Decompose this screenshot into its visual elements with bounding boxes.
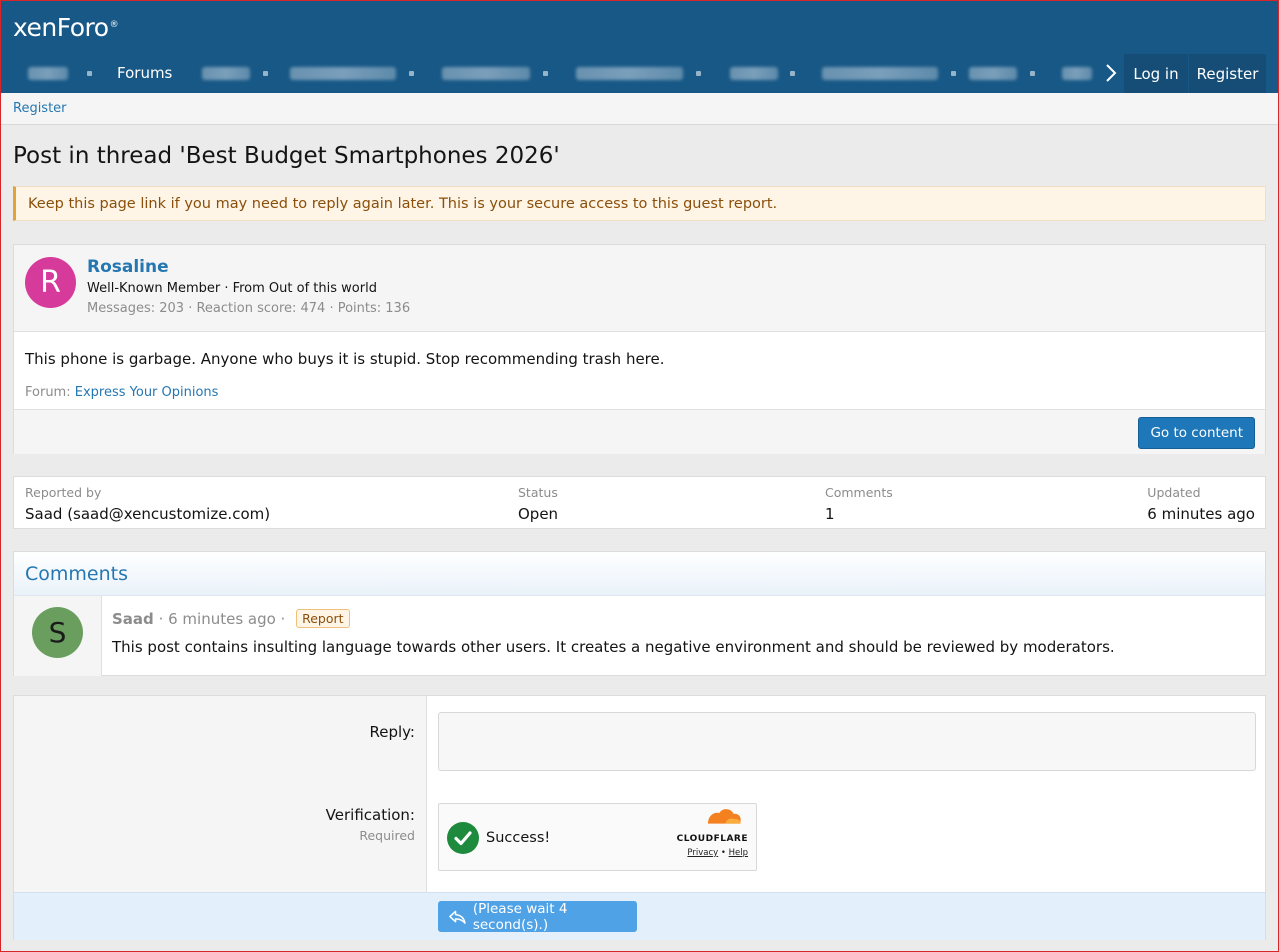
post-body: This phone is garbage. Anyone who buys i…	[14, 332, 1265, 409]
forum-link[interactable]: Express Your Opinions	[75, 385, 219, 400]
register-button[interactable]: Register	[1189, 54, 1266, 93]
report-updated: Updated 6 minutes ago	[1147, 485, 1255, 523]
reply-label: Reply:	[369, 723, 415, 741]
chevron-right-icon[interactable]	[1102, 62, 1120, 84]
reported-by-value: Saad (saad@xencustomize.com)	[25, 505, 271, 523]
captcha-help-link[interactable]: Help	[729, 848, 748, 858]
post-user-info: R Rosaline Well-Known Member · From Out …	[14, 245, 1265, 332]
breadcrumb-register-link[interactable]: Register	[13, 101, 67, 116]
nav-dot	[87, 71, 92, 76]
cloudflare-wordmark: CLOUDFLARE	[676, 834, 748, 844]
form-footer: (Please wait 4 second(s).)	[14, 892, 1265, 940]
captcha-privacy-link[interactable]: Privacy	[687, 848, 718, 858]
nav-item-blurred[interactable]	[290, 67, 396, 80]
reported-post: R Rosaline Well-Known Member · From Out …	[13, 244, 1266, 454]
nav-item-blurred[interactable]	[202, 67, 250, 80]
nav-dot	[1030, 71, 1035, 76]
comments-value: 1	[825, 505, 835, 523]
nav-dot	[263, 71, 268, 76]
post-reply-button[interactable]: (Please wait 4 second(s).)	[438, 900, 637, 933]
logo-text: xenForo	[13, 13, 109, 42]
login-button[interactable]: Log in	[1124, 54, 1188, 93]
guest-notice: Keep this page link if you may need to r…	[13, 186, 1266, 221]
page-title: Post in thread 'Best Budget Smartphones …	[13, 143, 560, 169]
comments-label: Comments	[825, 485, 893, 500]
user-stats: Messages: 203 · Reaction score: 474 · Po…	[87, 301, 411, 316]
status-value: Open	[518, 505, 559, 523]
form-label-column	[14, 696, 427, 892]
reported-by: Reported by Saad (saad@xencustomize.com)	[25, 485, 270, 523]
reply-input[interactable]	[438, 712, 1256, 771]
comments-section: Comments S Saad · 6 minutes ago · Report…	[13, 551, 1266, 676]
verification-required: Required	[359, 828, 415, 843]
updated-label: Updated	[1147, 485, 1201, 500]
post-forum: Forum: Express Your Opinions	[25, 385, 218, 400]
user-title: Well-Known Member · From Out of this wor…	[87, 281, 377, 296]
report-comments-count: Comments 1	[825, 485, 893, 523]
reported-by-label: Reported by	[25, 485, 102, 500]
main-nav: Forums Log in Register	[1, 54, 1278, 93]
forum-prefix: Forum:	[25, 385, 71, 400]
comment-item: S Saad · 6 minutes ago · Report This pos…	[14, 596, 1265, 676]
nav-item-blurred[interactable]	[822, 67, 938, 80]
success-check-icon	[447, 822, 479, 854]
comments-heading: Comments	[14, 552, 1265, 596]
site-logo[interactable]: xenForo®	[13, 13, 119, 42]
reply-icon	[449, 910, 466, 924]
nav-item-blurred[interactable]	[442, 67, 530, 80]
username-link[interactable]: Rosaline	[87, 257, 169, 277]
nav-item-blurred[interactable]	[730, 67, 778, 80]
comment-time: · 6 minutes ago ·	[153, 609, 291, 628]
nav-item-blurred[interactable]	[28, 67, 68, 80]
breadcrumb: Register	[1, 93, 1278, 125]
verification-label: Verification:	[325, 806, 415, 824]
comment-username[interactable]: Saad	[112, 610, 154, 628]
avatar[interactable]: R	[25, 257, 76, 308]
report-status: Status Open	[518, 485, 558, 523]
captcha-status: Success!	[486, 830, 551, 846]
nav-item-blurred[interactable]	[576, 67, 683, 80]
comment-text: This post contains insulting language to…	[112, 638, 1115, 656]
nav-item-blurred[interactable]	[1062, 67, 1092, 80]
report-info: Reported by Saad (saad@xencustomize.com)…	[13, 476, 1266, 529]
reply-form: Reply: Verification: Required Success! C…	[13, 695, 1266, 940]
report-badge: Report	[296, 609, 350, 628]
nav-item-forums[interactable]: Forums	[117, 64, 172, 82]
captcha-links: Privacy • Help	[687, 848, 748, 858]
comment-meta: Saad · 6 minutes ago · Report	[112, 609, 350, 628]
post-text: This phone is garbage. Anyone who buys i…	[25, 350, 665, 368]
captcha-link-separator: •	[718, 848, 729, 858]
site-header: xenForo® Forums Log in Register	[1, 1, 1278, 93]
status-label: Status	[518, 485, 558, 500]
nav-dot	[951, 71, 956, 76]
nav-dot	[790, 71, 795, 76]
updated-value: 6 minutes ago	[1147, 505, 1255, 523]
nav-item-blurred[interactable]	[969, 67, 1017, 80]
logo-registered-mark: ®	[109, 19, 119, 30]
nav-dot	[409, 71, 414, 76]
post-reply-label: (Please wait 4 second(s).)	[472, 900, 568, 933]
post-footer: Go to content	[14, 409, 1265, 454]
captcha-widget[interactable]: Success! CLOUDFLARE Privacy • Help	[438, 803, 757, 871]
avatar[interactable]: S	[32, 607, 83, 658]
nav-dot	[543, 71, 548, 76]
comment-avatar-column: S	[14, 596, 102, 676]
nav-dot	[696, 71, 701, 76]
cloudflare-logo-icon	[708, 809, 741, 824]
go-to-content-button[interactable]: Go to content	[1138, 417, 1255, 449]
